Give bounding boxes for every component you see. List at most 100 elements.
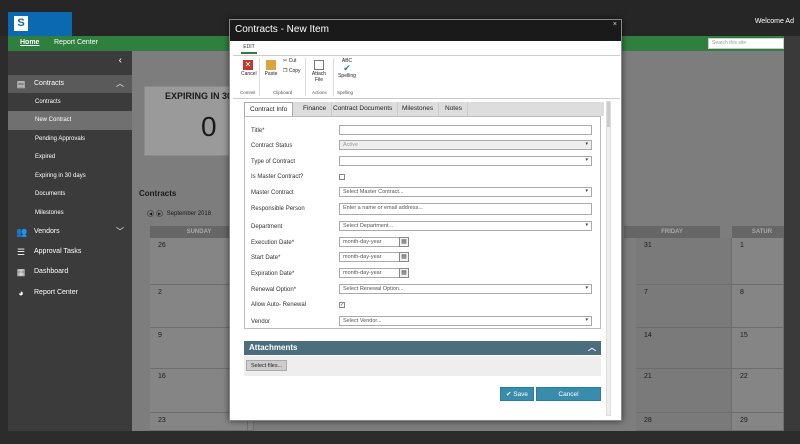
sidebar-item-vendors[interactable]: 👥 Vendors ﹀ [8, 223, 132, 241]
type-of-contract-select[interactable]: ▾ [339, 156, 592, 166]
ribbon-separator [259, 58, 260, 96]
sidebar-sub-milestones[interactable]: Milestones [8, 204, 132, 223]
calendar-icon[interactable]: ▦ [399, 252, 409, 262]
nav-home[interactable]: Home [20, 39, 39, 46]
vendor-select[interactable]: Select Vendor... ▾ [339, 316, 592, 326]
attachments-area: Select files... [244, 356, 601, 376]
copy-ribbon-button[interactable]: ❐ Copy [283, 68, 301, 74]
calendar-cell[interactable]: 22 [732, 369, 784, 413]
chevron-up-icon: ︿ [116, 79, 124, 88]
search-input[interactable]: Search this site [708, 38, 784, 49]
sidebar-sub-pending-approvals[interactable]: Pending Approvals [8, 130, 132, 149]
contract-status-label: Contract Status [251, 143, 293, 149]
sidebar-sub-expired[interactable]: Expired [8, 148, 132, 167]
calendar-cell[interactable]: 21 [636, 369, 732, 413]
ribbon-label: Cancel [241, 71, 257, 77]
calendar-day-friday: FRIDAY [624, 226, 720, 238]
dialog-scrollbar[interactable] [606, 101, 611, 416]
ribbon-label: Attach File [311, 71, 327, 83]
auto-renewal-checkbox[interactable]: ✓ [339, 302, 345, 308]
frame-bottom [0, 431, 800, 444]
tab-finance[interactable]: Finance [298, 102, 333, 116]
sidebar-sub-new-contract[interactable]: New Contract [8, 111, 132, 130]
sidebar-item-label: Vendors [34, 228, 60, 235]
contract-status-select: Active ▾ [339, 140, 592, 150]
prev-month-icon[interactable]: ◀ [147, 210, 154, 217]
ribbon-tab-edit[interactable]: EDIT [241, 44, 257, 54]
attach-file-ribbon-button[interactable]: Attach File [310, 60, 328, 83]
vendor-value: Select Vendor... [343, 318, 382, 324]
expiration-date-input[interactable]: month-day-year ▦ [339, 268, 409, 278]
tab-contract-info[interactable]: Contract Info [244, 102, 294, 116]
cut-ribbon-button[interactable]: ✂ Cut [283, 58, 296, 64]
department-value: Select Department... [343, 223, 394, 229]
calendar-cell[interactable]: 8 [732, 285, 784, 328]
execution-date-input[interactable]: month-day-year ▦ [339, 237, 409, 247]
spelling-ribbon-button[interactable]: ABC ✔ Spelling [337, 58, 357, 79]
attachments-header[interactable]: Attachments ︿ [244, 341, 601, 355]
dropdown-icon: ▾ [585, 317, 588, 323]
responsible-person-input[interactable]: Enter a name or email address... [339, 203, 592, 215]
new-item-dialog: Contracts - New Item × EDIT ✕ Cancel Com… [229, 19, 622, 421]
renewal-option-label: Renewal Option* [251, 287, 297, 293]
calendar-cell[interactable]: 14 [636, 328, 732, 369]
is-master-checkbox[interactable] [339, 174, 345, 180]
tab-milestones[interactable]: Milestones [397, 102, 440, 116]
sidebar-sub-expiring[interactable]: Expiring in 30 days [8, 167, 132, 186]
list-icon: ☰ [16, 247, 26, 257]
dashboard-icon: ▦ [16, 267, 26, 277]
calendar-icon[interactable]: ▦ [399, 268, 409, 278]
ribbon-label: Spelling [338, 73, 356, 79]
sidebar-item-report-center[interactable]: ◕ Report Center [8, 284, 132, 302]
renewal-option-select[interactable]: Select Renewal Option... ▾ [339, 284, 592, 294]
vendor-label: Vendor [251, 319, 271, 325]
sharepoint-logo[interactable]: S [8, 12, 72, 36]
calendar-day-saturday: SATUR [732, 226, 792, 238]
chevron-left-icon[interactable]: ‹ [119, 55, 122, 66]
calendar-icon[interactable]: ▦ [399, 237, 409, 247]
cancel-ribbon-button[interactable]: ✕ Cancel [241, 60, 257, 77]
title-input[interactable] [339, 125, 592, 135]
nav-report-center[interactable]: Report Center [54, 39, 98, 46]
sidebar-item-contracts[interactable]: ▤ Contracts ︿ [8, 75, 132, 93]
close-icon[interactable]: × [613, 21, 617, 28]
master-contract-select[interactable]: Select Master Contract... ▾ [339, 187, 592, 197]
calendar-cell[interactable]: 7 [636, 285, 732, 328]
calendar-cell[interactable]: 31 [636, 238, 732, 285]
paste-ribbon-button[interactable]: Paste [264, 60, 278, 77]
frame-right [784, 36, 800, 444]
chevron-up-icon[interactable]: ︿ [588, 342, 596, 353]
cancel-button[interactable]: Cancel [536, 387, 601, 401]
sidebar-item-approval-tasks[interactable]: ☰ Approval Tasks [8, 243, 132, 261]
calendar-cell[interactable]: 15 [732, 328, 784, 369]
calendar-cell[interactable]: 28 [636, 413, 732, 431]
master-contract-value: Select Master Contract... [343, 189, 404, 195]
next-month-icon[interactable]: ▶ [156, 210, 163, 217]
execution-date-label: Execution Date* [251, 240, 295, 246]
expiration-date-label: Expiration Date* [251, 271, 295, 277]
tab-contract-documents[interactable]: Contract Documents [328, 102, 399, 116]
sidebar-item-label: Report Center [34, 289, 78, 296]
paperclip-icon [314, 60, 324, 70]
attachments-title: Attachments [249, 343, 298, 352]
sidebar-sub-documents[interactable]: Documents [8, 185, 132, 204]
paste-icon [266, 60, 276, 70]
select-files-button[interactable]: Select files... [246, 360, 288, 371]
scroll-thumb[interactable] [607, 102, 610, 127]
sidebar-sub-contracts[interactable]: Contracts [8, 93, 132, 112]
welcome-user[interactable]: Welcome Ad [755, 18, 794, 25]
calendar-nav: ◀ ▶ September 2018 [147, 210, 211, 217]
ribbon-group-spelling: Spelling [337, 90, 354, 95]
kpi-value: 0 [201, 111, 217, 142]
calendar-cell[interactable]: 29 [732, 413, 784, 431]
auto-renewal-label: Allow Auto- Renewal [251, 302, 307, 308]
start-date-input[interactable]: month-day-year ▦ [339, 252, 409, 262]
tab-notes[interactable]: Notes [440, 102, 468, 116]
sidebar-item-dashboard[interactable]: ▦ Dashboard [8, 263, 132, 281]
calendar-cell[interactable]: 1 [732, 238, 784, 285]
save-button[interactable]: ✔ Save [500, 387, 534, 401]
ribbon-separator [305, 58, 306, 96]
dropdown-icon: ▾ [585, 188, 588, 194]
department-select[interactable]: Select Department... ▾ [339, 221, 592, 231]
ribbon-group-clipboard: Clipboard [273, 90, 293, 95]
